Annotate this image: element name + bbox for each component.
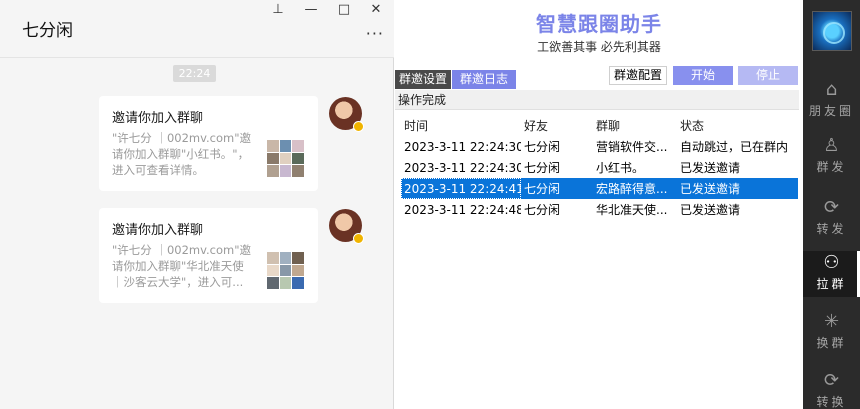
sidebar-item-convert[interactable]: ⟳ 转换: [803, 369, 860, 409]
more-options-icon[interactable]: ···: [366, 24, 384, 43]
invite-config-button[interactable]: 群邀配置: [609, 66, 667, 85]
invite-description: "许七分 ｜002mv.com"邀请你加入群聊"小红书。"，进入可查看详情。: [112, 131, 252, 177]
sidebar-item-label: 转换: [816, 395, 847, 409]
cell-friend: 七分闲: [521, 178, 593, 199]
invite-title: 邀请你加入群聊: [112, 111, 204, 126]
app-logo: [812, 11, 852, 51]
close-button[interactable]: ✕: [368, 2, 384, 18]
cell-status: 已发送邀请: [677, 178, 798, 199]
badge-icon: [353, 121, 364, 132]
invite-description: "许七分 ｜002mv.com"邀请你加入群聊"华北准天使｜沙客云大学"，进入可…: [112, 243, 252, 289]
cell-friend: 七分闲: [524, 140, 561, 154]
cell-group: 宏路醉得意...: [593, 178, 677, 199]
user-broadcast-icon: ♙: [823, 135, 840, 156]
sidebar-item-label: 拉群: [816, 277, 847, 291]
group-invite-card[interactable]: 邀请你加入群聊 "许七分 ｜002mv.com"邀请你加入群聊"小红书。"，进入…: [99, 96, 318, 191]
table-row-selected[interactable]: 2023-3-11 22:24:41 七分闲 宏路醉得意... 已发送邀请: [401, 178, 798, 199]
sidebar-item-moments[interactable]: ⌂ 朋友圈: [803, 78, 860, 124]
tab-invite-settings[interactable]: 群邀设置: [395, 70, 451, 89]
group-thumbnail: [267, 252, 304, 289]
group-thumbnail: [267, 140, 304, 177]
cell-group: 营销软件交...: [596, 140, 668, 154]
chat-header: 七分闲 ⊥ — □ ✕ ···: [0, 0, 394, 58]
maximize-button[interactable]: □: [336, 2, 352, 18]
table-row[interactable]: 2023-3-11 22:24:30 七分闲 营销软件交... 自动跳过，已在群…: [401, 136, 798, 157]
group-icon: ⚇: [823, 252, 840, 273]
sidebar-item-label: 换群: [816, 336, 847, 350]
badge-icon: [353, 233, 364, 244]
sidebar-item-label: 转发: [816, 222, 847, 236]
cell-status: 自动跳过，已在群内: [680, 140, 789, 154]
table-header: 时间 好友 群聊 状态: [401, 114, 798, 136]
app-title: 智慧跟圈助手: [536, 12, 662, 36]
sender-avatar[interactable]: [329, 97, 364, 132]
home-icon: ⌂: [825, 79, 838, 100]
sidebar-item-switch-group[interactable]: ✳ 换群: [803, 310, 860, 356]
stop-button[interactable]: 停止: [738, 66, 798, 85]
tab-invite-log[interactable]: 群邀日志: [452, 70, 516, 89]
start-button[interactable]: 开始: [673, 66, 733, 85]
minimize-button[interactable]: —: [303, 2, 319, 18]
chat-title: 七分闲: [22, 21, 73, 41]
pin-icon[interactable]: ⊥: [270, 2, 286, 18]
cell-time: 2023-3-11 22:24:30: [404, 139, 521, 154]
sidebar-item-pull-group[interactable]: ⚇ 拉群: [803, 251, 860, 297]
helper-panel: 智慧跟圈助手 工欲善其事 必先利其器 群邀设置 群邀日志 群邀配置 开始 停止 …: [395, 0, 803, 409]
cell-friend: 七分闲: [524, 161, 561, 175]
sender-avatar[interactable]: [329, 209, 364, 244]
cell-status: 已发送邀请: [680, 203, 741, 217]
sidebar-item-label: 群发: [816, 160, 847, 174]
cell-group: 华北准天使...: [596, 203, 668, 217]
refresh-icon: ⟳: [823, 197, 840, 218]
column-header-status[interactable]: 状态: [677, 114, 798, 136]
table-row[interactable]: 2023-3-11 22:24:48 七分闲 华北准天使... 已发送邀请: [401, 199, 798, 220]
invite-log-table: 时间 好友 群聊 状态 2023-3-11 22:24:30 七分闲 营销软件交…: [401, 114, 798, 220]
chat-window: 七分闲 ⊥ — □ ✕ ··· 22:24 邀请你加入群聊 "许七分 ｜002m…: [0, 0, 394, 409]
refresh-icon: ⟳: [823, 370, 840, 391]
table-row[interactable]: 2023-3-11 22:24:30 七分闲 小红书。 已发送邀请: [401, 157, 798, 178]
message-time: 22:24: [173, 65, 216, 82]
sidebar-item-broadcast[interactable]: ♙ 群发: [803, 134, 860, 180]
column-header-time[interactable]: 时间: [401, 114, 521, 136]
sidebar: ⌂ 朋友圈 ♙ 群发 ⟳ 转发 ⚇ 拉群 ✳ 换群 ⟳ 转换: [803, 0, 860, 409]
sidebar-item-label: 朋友圈: [808, 104, 854, 118]
group-invite-card[interactable]: 邀请你加入群聊 "许七分 ｜002mv.com"邀请你加入群聊"华北准天使｜沙客…: [99, 208, 318, 303]
cell-status: 已发送邀请: [680, 161, 741, 175]
status-bar: 操作完成: [395, 90, 799, 110]
cell-time: 2023-3-11 22:24:30: [404, 160, 521, 175]
sparkle-icon: ✳: [823, 311, 840, 332]
cell-group: 小红书。: [596, 161, 645, 175]
sidebar-item-forward[interactable]: ⟳ 转发: [803, 196, 860, 242]
app-subtitle: 工欲善其事 必先利其器: [537, 40, 661, 54]
column-header-friend[interactable]: 好友: [521, 114, 593, 136]
cell-time: 2023-3-11 22:24:48: [404, 202, 521, 217]
invite-title: 邀请你加入群聊: [112, 223, 204, 238]
column-header-group[interactable]: 群聊: [593, 114, 677, 136]
cell-time: 2023-3-11 22:24:41: [401, 178, 521, 199]
cell-friend: 七分闲: [524, 203, 561, 217]
